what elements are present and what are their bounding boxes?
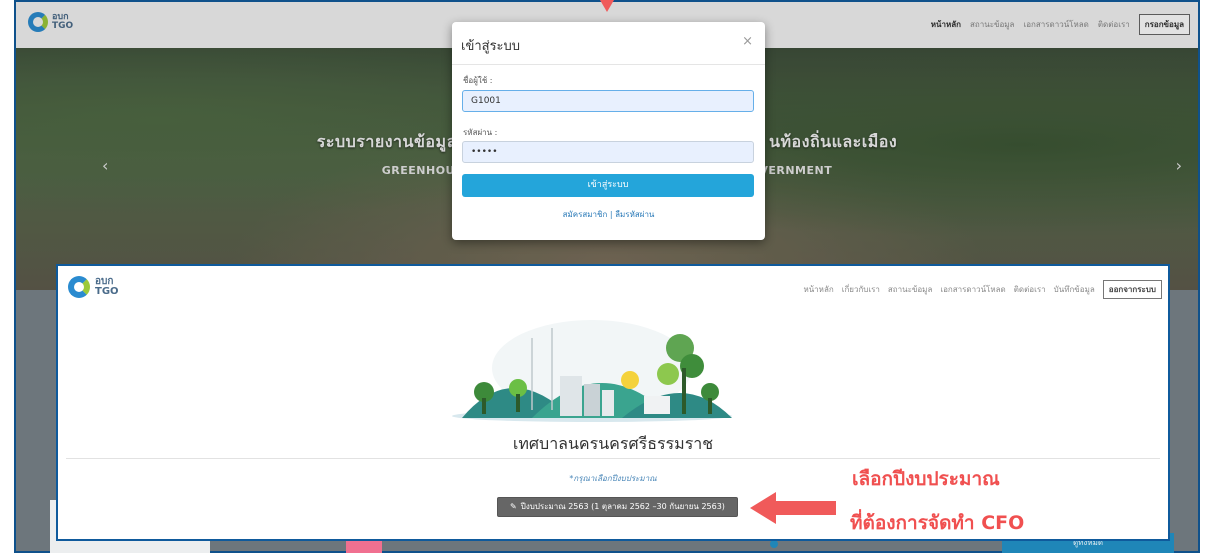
nav-about[interactable]: เกี่ยวกับเรา (842, 283, 880, 296)
logout-button[interactable]: ออกจากระบบ (1102, 280, 1162, 299)
logo-mark-icon (68, 276, 90, 298)
login-submit-button[interactable]: เข้าสู่ระบบ (462, 174, 754, 197)
content-divider (66, 458, 1160, 459)
screenshot-stage: อบก TGO หน้าหลัก สถานะข้อมูล เอกสารดาวน์… (0, 0, 1210, 553)
nav-contact[interactable]: ติดต่อเรา (1014, 283, 1046, 296)
logo-text-en: TGO (95, 286, 119, 297)
register-link[interactable]: สมัครสมาชิก (563, 210, 608, 219)
password-input[interactable]: ••••• (462, 141, 754, 163)
nav-downloads[interactable]: เอกสารดาวน์โหลด (940, 283, 1005, 296)
organization-name: เทศบาลนครนครศรีธรรมราช (512, 434, 714, 453)
nav-record-data[interactable]: บันทึกข้อมูล (1054, 283, 1095, 296)
annotation-arrow-top-icon (600, 0, 614, 12)
nav-home[interactable]: หน้าหลัก (803, 283, 833, 296)
background-pink-chip (346, 541, 382, 553)
select-year-note: *กรุณาเลือกปีงบประมาณ (569, 474, 657, 483)
password-label: รหัสผ่าน : (463, 128, 498, 137)
login-modal: เข้าสู่ระบบ × ชื่อผู้ใช้ : G1001 รหัสผ่า… (452, 22, 765, 240)
username-label: ชื่อผู้ใช้ : (463, 76, 493, 85)
selected-page-screenshot: อบก TGO หน้าหลัก เกี่ยวกับเรา สถานะข้อมู… (56, 264, 1170, 541)
foreground-navbar: อบก TGO หน้าหลัก เกี่ยวกับเรา สถานะข้อมู… (58, 266, 1168, 308)
link-separator: | (609, 210, 613, 219)
edit-icon: ✎ (510, 502, 517, 511)
annotation-line-1: เลือกปีงบประมาณ (852, 468, 1000, 490)
close-icon[interactable]: × (742, 34, 753, 49)
annotation-line-2: ที่ต้องการจัดทำ CFO (850, 512, 1025, 534)
foreground-menu: หน้าหลัก เกี่ยวกับเรา สถานะข้อมูล เอกสาร… (803, 280, 1162, 299)
login-modal-title: เข้าสู่ระบบ (461, 39, 521, 54)
green-city-illustration (452, 320, 732, 422)
forgot-password-link[interactable]: ลืมรหัสผ่าน (615, 210, 654, 219)
fiscal-year-label: ปีงบประมาณ 2563 (1 ตุลาคม 2562 –30 กันยา… (520, 502, 725, 511)
login-links: สมัครสมาชิก | ลืมรหัสผ่าน (452, 208, 765, 221)
tgo-logo[interactable]: อบก TGO (68, 276, 119, 298)
username-input[interactable]: G1001 (462, 90, 754, 112)
fiscal-year-button[interactable]: ✎ ปีงบประมาณ 2563 (1 ตุลาคม 2562 –30 กันย… (497, 497, 738, 517)
modal-header-divider (452, 64, 765, 65)
annotation-arrow-left-icon (750, 492, 836, 524)
nav-status[interactable]: สถานะข้อมูล (888, 283, 932, 296)
background-dot-icon (770, 540, 778, 548)
